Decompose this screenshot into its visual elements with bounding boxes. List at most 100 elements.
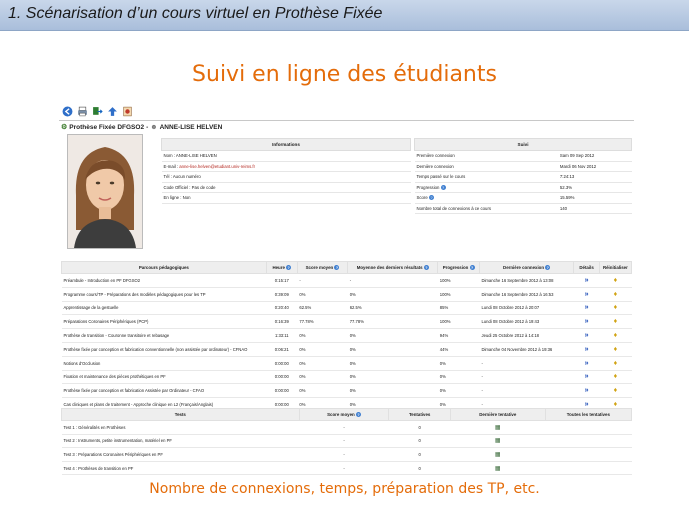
parcours-score: 0%	[297, 342, 348, 357]
parcours-row: Fixation et maintenance des pièces proth…	[61, 370, 632, 385]
info-row: En ligne : Non	[161, 192, 411, 204]
suivi-value: 15.59%	[557, 192, 632, 204]
slide-footer: Nombre de connexions, temps, préparation…	[149, 481, 540, 497]
parcours-row: Prothèse de transition - Couronne transi…	[61, 328, 632, 343]
parcours-name: Fixation et maintenance des pièces proth…	[61, 370, 267, 385]
parcours-progression: 94%	[437, 328, 480, 343]
parcours-moyenne: 0%	[347, 342, 438, 357]
help-icon[interactable]: ?	[440, 184, 446, 190]
help-icon[interactable]: ?	[469, 265, 475, 271]
test-score: -	[299, 461, 389, 475]
back-icon[interactable]	[61, 105, 73, 117]
parcours-score: 0%	[297, 328, 348, 343]
up-icon[interactable]	[106, 105, 118, 117]
suivi-heading: Suivi	[414, 138, 632, 151]
reset-icon[interactable]: ♦	[614, 332, 618, 339]
test-row: Test 1 : Généralités en Prothèses -0 ▦	[61, 420, 632, 435]
details-icon[interactable]: »	[585, 401, 589, 408]
reset-icon[interactable]: ♦	[614, 318, 618, 325]
suivi-table: Suivi Première connexion Sam 09 Sep 2012 …	[414, 138, 632, 214]
reset-icon[interactable]: ♦	[614, 346, 618, 353]
parcours-row: Prothèse fixée par conception et fabrica…	[61, 342, 632, 357]
course-icon: ⚙	[61, 124, 68, 131]
test-row: Test 2 : Instruments, petite instrumenta…	[61, 434, 632, 449]
help-icon[interactable]: ?	[355, 412, 361, 418]
col-test-score: Score moyen	[327, 411, 355, 417]
parcours-name: Préambule - Introduction en PF DFGSO2	[61, 273, 267, 288]
print-icon[interactable]	[76, 105, 88, 117]
details-icon[interactable]: »	[585, 360, 589, 367]
export-icon[interactable]	[91, 105, 103, 117]
info-row: E-mail : anne-lise.helven@etudiant.univ-…	[161, 161, 411, 172]
test-score: -	[299, 434, 389, 449]
parcours-derniere-connexion: Lundi 08 Octobre 2012 à 20:07	[479, 301, 574, 316]
parcours-heure: 0:00:00	[266, 383, 298, 399]
help-icon[interactable]: ?	[286, 265, 292, 271]
reset-icon[interactable]: ♦	[614, 304, 618, 311]
suivi-row: Progression ? 52.3%	[414, 182, 632, 193]
info-row: Tél : Aucun numéro	[161, 171, 411, 183]
test-all-attempts	[545, 420, 632, 435]
parcours-score: 0%	[297, 356, 348, 371]
parcours-progression: 0%	[437, 370, 480, 385]
parcours-derniere-connexion: -	[479, 370, 574, 385]
parcours-derniere-connexion: Jeudi 25 Octobre 2012 à 14:18	[479, 328, 574, 343]
suivi-row: Dernière connexion Mardi 06 Nov 2012	[414, 161, 632, 172]
details-icon[interactable]: »	[585, 332, 589, 339]
parcours-score: 77.78%	[297, 314, 348, 330]
details-icon[interactable]: »	[585, 304, 589, 311]
reset-icon[interactable]: ♦	[614, 277, 618, 284]
parcours-moyenne: -	[347, 273, 438, 288]
suivi-label: Temps passé sur le cours	[414, 171, 558, 183]
help-icon[interactable]: ?	[545, 265, 551, 271]
email-link[interactable]: anne-lise.helven@etudiant.univ-reims.fr	[179, 164, 255, 169]
parcours-score: -	[297, 273, 348, 288]
stats-icon[interactable]: ▦	[495, 425, 501, 431]
suivi-row: Nombre total de connexions à ce cours 140	[414, 203, 632, 214]
stats-icon[interactable]: ▦	[495, 438, 501, 444]
parcours-name: Prothèse fixée par conception et fabrica…	[61, 383, 267, 399]
help-icon[interactable]: ?	[428, 195, 434, 201]
stats-icon[interactable]: ▦	[495, 452, 501, 458]
parcours-derniere-connexion: Dimanche 04 Novembre 2012 à 19:36	[479, 342, 574, 357]
parcours-moyenne: 0%	[347, 328, 438, 343]
reset-icon[interactable]: ♦	[614, 291, 618, 298]
details-icon[interactable]: »	[585, 387, 589, 394]
parcours-row: Préparations Coronaires Périphériques (P…	[61, 314, 632, 330]
col-derniere-tentative: Dernière tentative	[449, 408, 546, 421]
details-icon[interactable]: »	[585, 318, 589, 325]
reset-icon[interactable]: ♦	[614, 387, 618, 394]
information-table: Informations Nom : ANNE-LISE HELVEN E-ma…	[161, 138, 411, 204]
parcours-name: Prothèse fixée par conception et fabrica…	[61, 342, 267, 357]
test-all-attempts	[545, 434, 632, 449]
test-tentatives: 0	[388, 420, 451, 435]
help-icon[interactable]: ?	[423, 265, 429, 271]
parcours-score: 0%	[297, 287, 348, 302]
parcours-heure: 0:15:17	[266, 273, 298, 288]
parcours-derniere-connexion: Lundi 08 Octobre 2012 à 19:43	[479, 314, 574, 330]
details-icon[interactable]: »	[585, 346, 589, 353]
stats-icon[interactable]: ▦	[495, 466, 501, 472]
reset-icon[interactable]: ♦	[614, 360, 618, 367]
parcours-heure: 1:33:11	[266, 328, 298, 343]
col-progression: Progression	[442, 264, 469, 270]
help-icon[interactable]: ?	[334, 265, 340, 271]
screenshot-panel: ⚙ Prothèse Fixée DFGSO2 - ☻ ANNE-LISE HE…	[59, 103, 634, 475]
details-icon[interactable]: »	[585, 291, 589, 298]
col-tentatives: Tentatives	[388, 408, 451, 421]
parcours-name: Notions d'Occlusion	[61, 356, 267, 371]
course-name: Prothèse Fixée DFGSO2	[69, 123, 145, 131]
parcours-score: 0%	[297, 383, 348, 399]
parcours-moyenne: 0%	[347, 356, 438, 371]
report-icon[interactable]	[121, 105, 133, 117]
parcours-derniere-connexion: Dimanche 16 Septembre 2012 à 13:08	[479, 273, 574, 288]
test-tentatives: 0	[388, 434, 451, 449]
suivi-value: 52.3%	[557, 182, 632, 193]
details-icon[interactable]: »	[585, 277, 589, 284]
reset-icon[interactable]: ♦	[614, 373, 618, 380]
parcours-heure: 0:16:39	[266, 314, 298, 330]
suivi-label: Score	[416, 195, 428, 201]
details-icon[interactable]: »	[585, 373, 589, 380]
parcours-moyenne: 0%	[347, 383, 438, 399]
reset-icon[interactable]: ♦	[614, 401, 618, 408]
